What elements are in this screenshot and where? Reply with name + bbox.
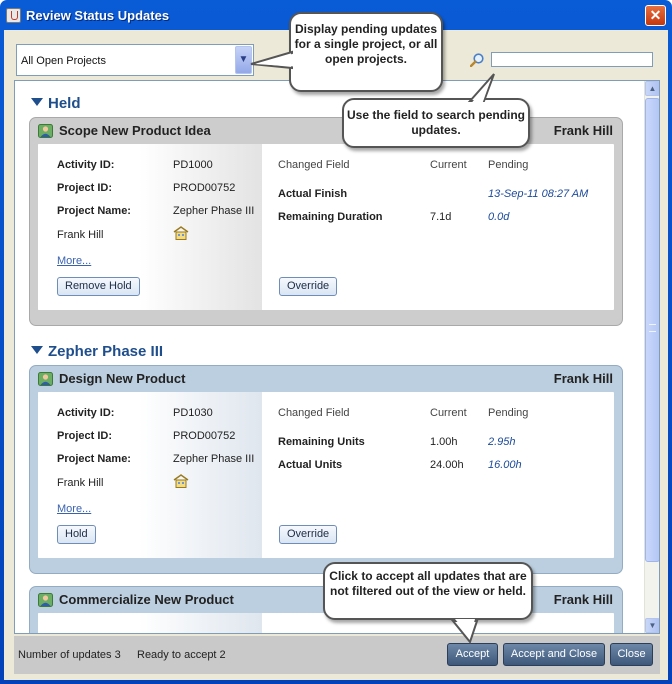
current-header: Current — [430, 407, 467, 419]
pending-header: Pending — [488, 407, 529, 419]
project-filter-select[interactable]: All Open Projects ▼ — [16, 44, 254, 76]
card-details: Activity ID: PD1000 Project ID: PROD0075… — [38, 144, 262, 310]
changed-field-header: Changed Field — [278, 407, 350, 419]
hold-button[interactable]: Hold — [57, 525, 96, 544]
house-icon[interactable] — [173, 226, 189, 240]
callout-search: Use the field to search pending updates. — [342, 73, 530, 148]
vertical-scrollbar[interactable]: ▲ ▼ — [644, 81, 659, 633]
more-link[interactable]: More... — [57, 503, 91, 515]
window-app-icon — [6, 8, 21, 23]
project-name-value: Zepher Phase III — [173, 453, 255, 465]
activity-id-label: Activity ID: — [57, 159, 115, 171]
activity-id-value: PD1000 — [173, 159, 213, 171]
dropdown-arrow-icon[interactable]: ▼ — [235, 46, 252, 74]
card-details — [38, 613, 262, 633]
collapse-triangle-icon[interactable] — [31, 346, 43, 354]
callout-text: Click to accept all updates that are not… — [329, 569, 527, 598]
update-card: Design New Product Frank Hill Activity I… — [29, 365, 623, 574]
current-value: 24.00h — [430, 459, 464, 471]
current-header: Current — [430, 159, 467, 171]
card-title: Scope New Product Idea — [59, 123, 211, 138]
changed-field: Remaining Duration — [278, 211, 383, 223]
project-filter-value: All Open Projects — [21, 55, 106, 67]
group-header-project[interactable]: Zepher Phase III — [31, 343, 163, 360]
changed-field: Actual Finish — [278, 188, 348, 200]
card-owner: Frank Hill — [553, 592, 613, 607]
card-owner: Frank Hill — [553, 123, 613, 138]
collapse-triangle-icon[interactable] — [31, 98, 43, 106]
callout-project-filter: Display pending updates for a single pro… — [250, 12, 443, 92]
scroll-down-icon[interactable]: ▼ — [645, 618, 659, 633]
project-id-value: PROD00752 — [173, 182, 236, 194]
callout-pointer — [467, 73, 495, 103]
card-owner: Frank Hill — [553, 371, 613, 386]
close-icon[interactable]: ✕ — [645, 5, 666, 26]
close-button[interactable]: Close — [610, 643, 653, 666]
search-icon[interactable] — [470, 53, 484, 67]
card-header: Design New Product Frank Hill — [30, 366, 622, 392]
person-icon — [38, 372, 53, 386]
search-input[interactable] — [491, 52, 653, 67]
update-card: Scope New Product Idea Frank Hill Activi… — [29, 117, 623, 326]
card-body: Activity ID: PD1030 Project ID: PROD0075… — [38, 392, 614, 558]
scroll-up-icon[interactable]: ▲ — [645, 81, 659, 96]
current-value: 7.1d — [430, 211, 452, 223]
current-value: 1.00h — [430, 436, 458, 448]
callout-pointer — [250, 50, 294, 70]
card-details: Activity ID: PD1030 Project ID: PROD0075… — [38, 392, 262, 558]
footer-bar: Number of updates 3 Ready to accept 2 Ac… — [14, 636, 660, 674]
update-count: Number of updates 3 — [18, 649, 121, 661]
project-id-label: Project ID: — [57, 430, 113, 442]
changed-field-header: Changed Field — [278, 159, 350, 171]
pending-value: 16.00h — [488, 459, 522, 471]
callout-accept: Click to accept all updates that are not… — [323, 562, 533, 645]
callout-text: Use the field to search pending updates. — [346, 108, 526, 137]
project-name-value: Zepher Phase III — [173, 205, 255, 217]
pending-value: 2.95h — [488, 436, 516, 448]
more-link[interactable]: More... — [57, 255, 91, 267]
card-title: Commercialize New Product — [59, 592, 234, 607]
activity-id-label: Activity ID: — [57, 407, 115, 419]
callout-text: Display pending updates for a single pro… — [294, 22, 438, 66]
person-icon — [38, 593, 53, 607]
window-title: Review Status Updates — [26, 8, 170, 23]
card-body: Activity ID: PD1000 Project ID: PROD0075… — [38, 144, 614, 310]
project-id-value: PROD00752 — [173, 430, 236, 442]
resource-name: Frank Hill — [57, 229, 104, 241]
remove-hold-button[interactable]: Remove Hold — [57, 277, 140, 296]
pending-header: Pending — [488, 159, 529, 171]
changed-field: Actual Units — [278, 459, 343, 471]
override-button[interactable]: Override — [279, 525, 338, 544]
activity-id-value: PD1030 — [173, 407, 213, 419]
group-name: Held — [48, 95, 81, 112]
project-name-label: Project Name: — [57, 205, 131, 217]
house-icon[interactable] — [173, 474, 189, 488]
override-button[interactable]: Override — [279, 277, 338, 296]
pending-value: 0.0d — [488, 211, 510, 223]
card-header: Scope New Product Idea Frank Hill — [30, 118, 622, 144]
project-name-label: Project Name: — [57, 453, 131, 465]
callout-pointer — [450, 619, 479, 645]
changed-field: Remaining Units — [278, 436, 365, 448]
group-header-held[interactable]: Held — [31, 95, 81, 112]
pending-value: 13-Sep-11 08:27 AM — [488, 188, 589, 200]
ready-count: Ready to accept 2 — [137, 649, 226, 661]
person-icon — [38, 124, 53, 138]
scrollbar-thumb[interactable] — [645, 98, 659, 562]
updates-list[interactable]: Held Scope New Product Idea Frank Hill A… — [14, 80, 660, 634]
card-title: Design New Product — [59, 371, 186, 386]
group-name: Zepher Phase III — [48, 343, 164, 360]
accept-and-close-button[interactable]: Accept and Close — [503, 643, 605, 666]
accept-button[interactable]: Accept — [447, 643, 498, 666]
resource-name: Frank Hill — [57, 477, 104, 489]
project-id-label: Project ID: — [57, 182, 113, 194]
